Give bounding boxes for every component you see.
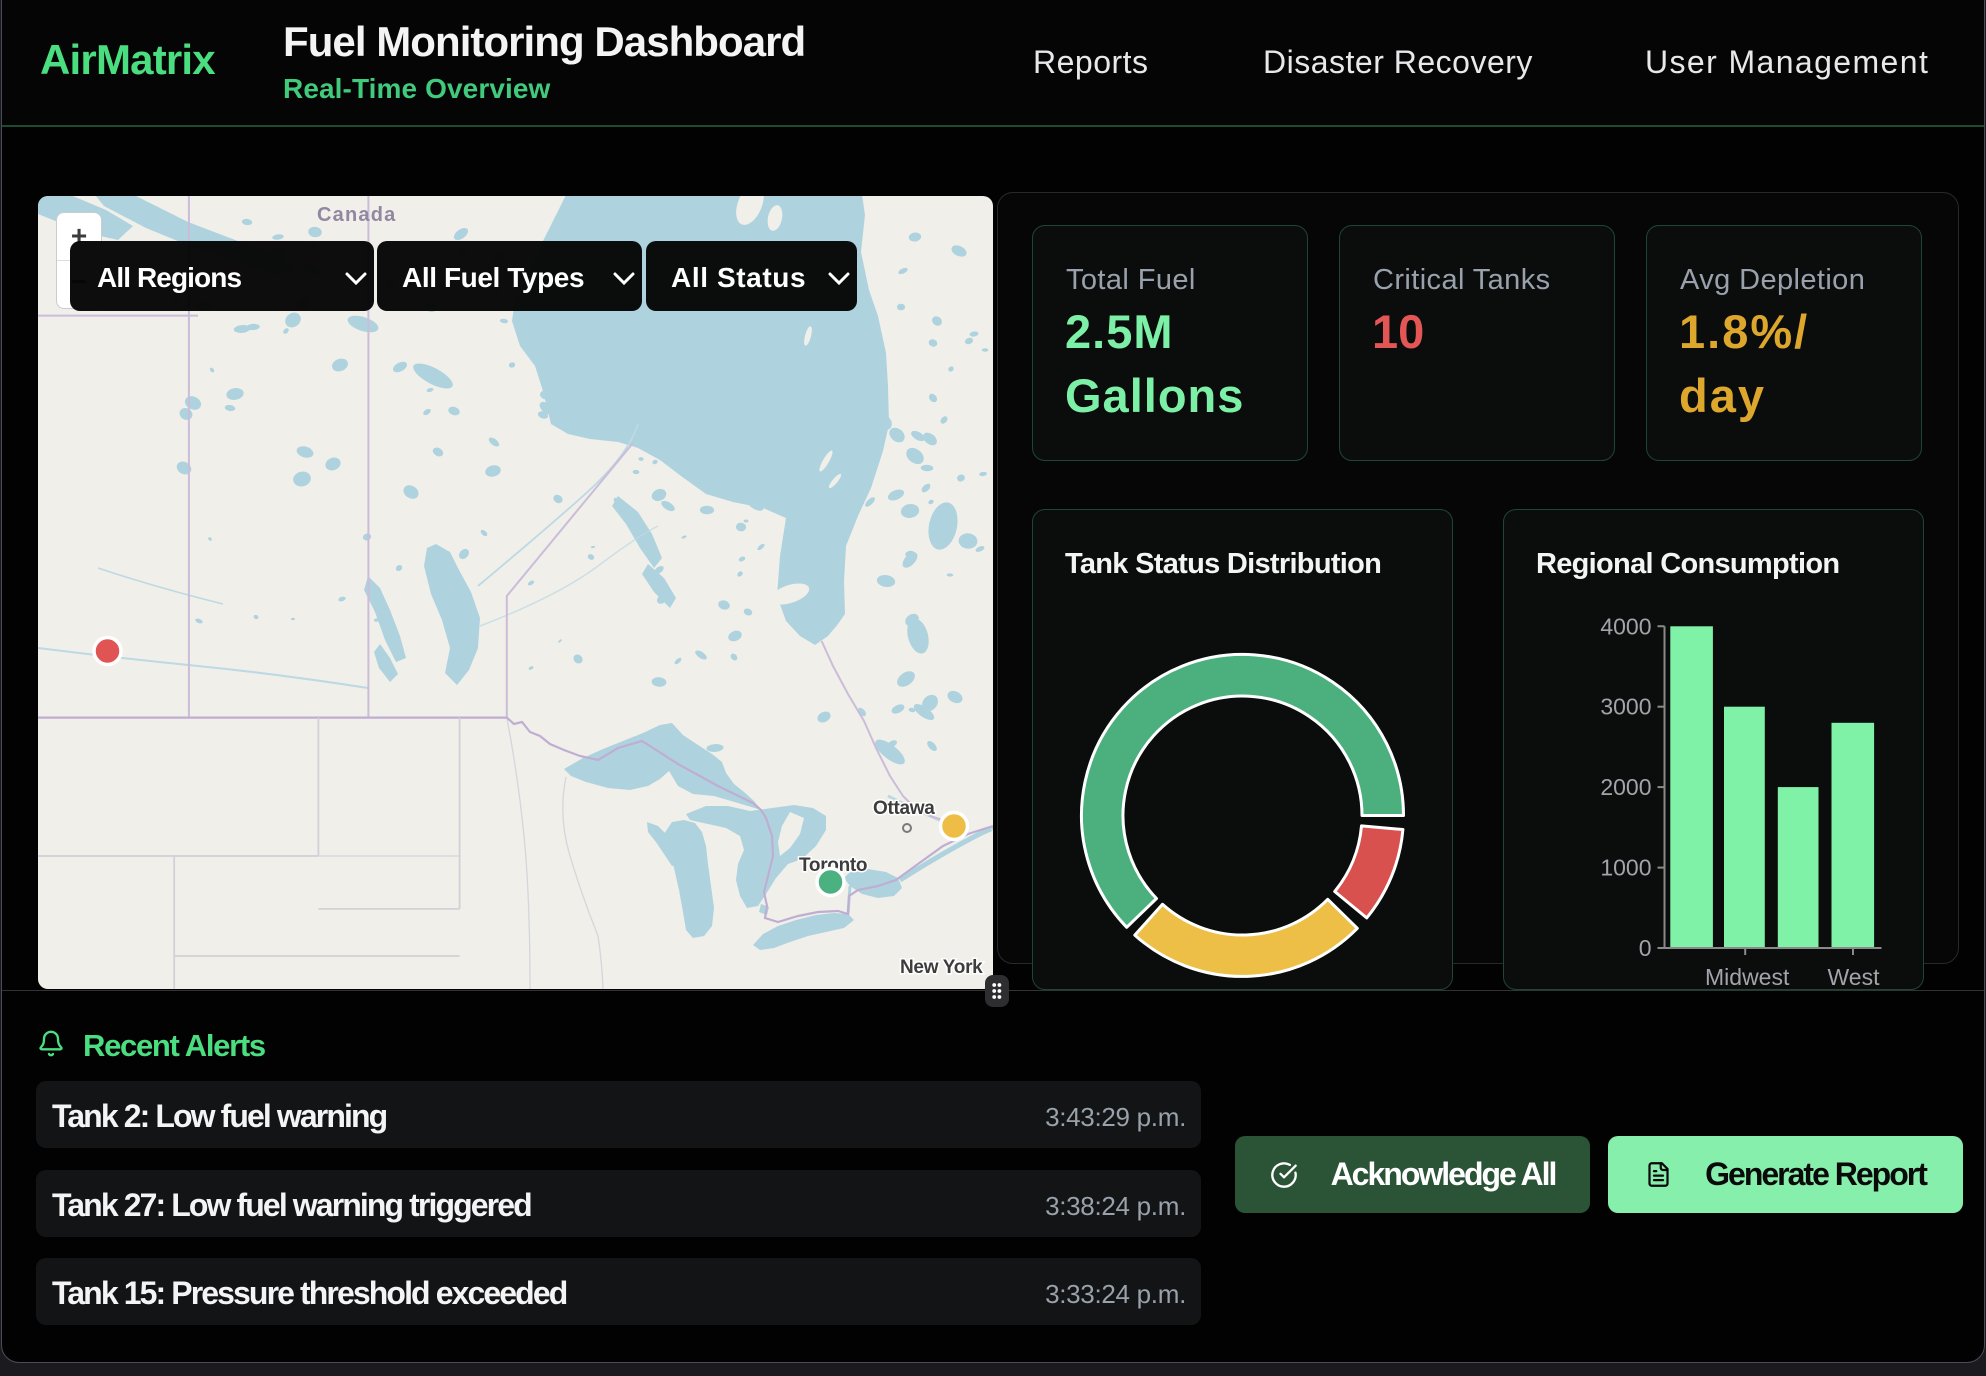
svg-text:2000: 2000 <box>1600 774 1651 800</box>
svg-text:3000: 3000 <box>1600 694 1651 720</box>
svg-text:New York: New York <box>900 957 983 978</box>
svg-text:Canada: Canada <box>317 204 396 226</box>
svg-text:Midwest: Midwest <box>1705 964 1790 989</box>
svg-text:West: West <box>1828 964 1881 989</box>
svg-text:0: 0 <box>1639 935 1652 961</box>
svg-text:1000: 1000 <box>1600 855 1651 881</box>
svg-text:4000: 4000 <box>1600 613 1651 639</box>
svg-text:Ottawa: Ottawa <box>873 798 935 819</box>
